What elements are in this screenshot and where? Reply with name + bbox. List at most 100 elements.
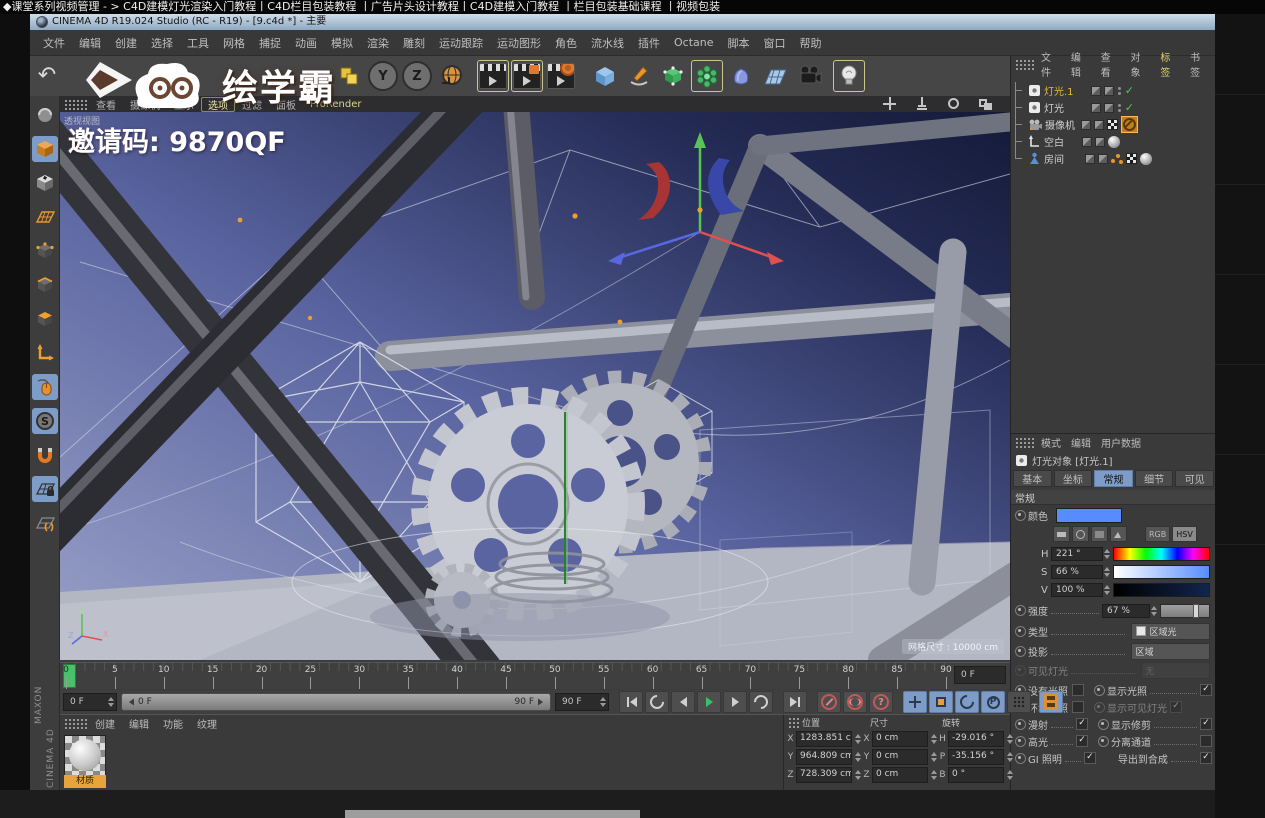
object-name[interactable]: 灯光 [1044, 100, 1064, 115]
timeline-ticks[interactable]: 0 5 10 15 20 25 30 35 40 45 50 55 60 65 70 75 80 85 90 [60, 663, 952, 689]
position-x-field[interactable]: 1283.851 cm [796, 731, 852, 747]
no-light-checkbox[interactable] [1072, 684, 1084, 696]
separate-pass-radio[interactable] [1098, 735, 1109, 747]
menu-window[interactable]: 窗口 [757, 35, 793, 51]
light-type-dropdown[interactable]: 区域光 [1130, 622, 1210, 640]
floor-object-button[interactable] [759, 60, 791, 92]
scene-render[interactable] [60, 112, 1010, 660]
panel-grid-icon[interactable] [64, 98, 89, 110]
camera-object-button[interactable] [793, 60, 825, 92]
tab-basic[interactable]: 基本 [1013, 470, 1052, 487]
autokey-button[interactable] [843, 691, 867, 713]
menu-mograph[interactable]: 运动图形 [490, 35, 548, 51]
play-loop-button[interactable] [749, 691, 773, 713]
layer-toggle-bottom[interactable] [1094, 119, 1104, 130]
sat-stepper[interactable] [1103, 566, 1110, 578]
stepper[interactable] [1006, 769, 1013, 781]
val-value[interactable]: 100 % [1051, 583, 1103, 597]
layer-toggle-top[interactable] [1082, 136, 1092, 147]
intensity-value[interactable]: 67 % [1102, 603, 1150, 618]
compact-mode-button[interactable] [1053, 526, 1070, 542]
vp-menu-options[interactable]: 选项 [201, 97, 235, 112]
stepper[interactable] [930, 751, 937, 763]
panel-grid-icon[interactable] [788, 717, 799, 728]
menu-sculpt[interactable]: 雕刻 [396, 35, 432, 51]
om-menu-file[interactable]: 文件 [1036, 49, 1066, 79]
mat-menu-create[interactable]: 创建 [89, 716, 121, 731]
key-pla-button[interactable] [1007, 691, 1031, 713]
gi-radio[interactable] [1015, 752, 1026, 764]
key-position-button[interactable] [903, 691, 927, 713]
record-keyframe-button[interactable] [817, 691, 841, 713]
ambient-checkbox[interactable] [1072, 701, 1084, 713]
enabled-check-icon[interactable]: ✓ [1125, 101, 1134, 114]
intensity-slider[interactable] [1160, 603, 1210, 618]
tab-general[interactable]: 常规 [1094, 470, 1133, 487]
object-name[interactable]: 空白 [1044, 134, 1064, 149]
enabled-check-icon[interactable]: ✓ [1125, 84, 1134, 97]
primitive-cube-button[interactable] [589, 60, 621, 92]
vp-menu-prorender[interactable]: ProRender [303, 99, 368, 110]
undo-button[interactable]: ↶ [31, 60, 63, 92]
key-parameter-button[interactable]: P [981, 691, 1005, 713]
stepper[interactable] [1006, 751, 1013, 763]
object-row-camera[interactable]: 摄像机 [1013, 116, 1213, 133]
size-z-field[interactable]: 0 cm [872, 767, 928, 783]
object-row-room[interactable]: 房间 [1013, 150, 1213, 167]
layer-toggle-top[interactable] [1085, 153, 1095, 164]
workplane-mode-button[interactable] [31, 476, 58, 502]
stepper[interactable] [854, 733, 861, 745]
om-menu-view[interactable]: 查看 [1096, 49, 1126, 79]
show-illum-radio[interactable] [1094, 684, 1105, 696]
render-view-button[interactable] [477, 60, 509, 92]
intensity-key-radio[interactable] [1015, 605, 1026, 616]
panel-grid-icon[interactable] [1015, 436, 1036, 448]
coordinate-system-button[interactable] [435, 60, 467, 92]
toggle-views-icon[interactable] [979, 97, 1006, 110]
intensity-stepper[interactable] [1150, 605, 1157, 617]
object-name[interactable]: 房间 [1044, 151, 1064, 166]
model-mode-button[interactable] [31, 136, 58, 162]
menu-script[interactable]: 脚本 [721, 35, 757, 51]
display-tag-icon[interactable] [1111, 153, 1123, 165]
vp-menu-panel[interactable]: 面板 [269, 97, 303, 112]
key-rotation-button[interactable] [955, 691, 979, 713]
diffuse-radio[interactable] [1015, 718, 1026, 730]
field-object-button[interactable] [725, 60, 757, 92]
am-menu-edit[interactable]: 编辑 [1066, 435, 1096, 450]
layer-toggle-top[interactable] [1090, 85, 1101, 96]
edges-mode-button[interactable] [32, 272, 58, 298]
object-row-light1[interactable]: 灯光.1 ✓ [1013, 82, 1213, 99]
rotation-b-field[interactable]: 0 ° [948, 767, 1004, 783]
subdivision-surface-button[interactable] [657, 60, 689, 92]
layer-toggle-bottom[interactable] [1098, 153, 1108, 164]
menu-help[interactable]: 帮助 [793, 35, 829, 51]
play-reverse-loop-button[interactable] [645, 691, 669, 713]
mat-menu-function[interactable]: 功能 [157, 716, 189, 731]
section-general[interactable]: 常规 [1011, 490, 1216, 505]
om-menu-edit[interactable]: 编辑 [1066, 49, 1096, 79]
position-y-field[interactable]: 964.809 cm [796, 749, 852, 765]
om-menu-tags[interactable]: 标签 [1155, 49, 1185, 79]
menu-octane[interactable]: Octane [667, 36, 721, 49]
window-titlebar[interactable]: CINEMA 4D R19.024 Studio (RC - R19) - [9… [30, 14, 1215, 30]
object-row-light[interactable]: 灯光 ✓ [1013, 99, 1213, 116]
show-illum-checkbox[interactable] [1200, 684, 1212, 696]
visibility-dots[interactable] [1117, 86, 1121, 95]
menu-animate[interactable]: 动画 [288, 35, 324, 51]
hsv-mode-button[interactable]: HSV [1172, 526, 1197, 542]
rotation-p-field[interactable]: -35.156 ° [948, 749, 1004, 765]
vp-menu-filter[interactable]: 过滤 [235, 97, 269, 112]
tab-details[interactable]: 细节 [1134, 470, 1174, 487]
separate-pass-checkbox[interactable] [1200, 735, 1212, 747]
end-frame-box[interactable]: 90 F [555, 693, 609, 711]
zoom-view-icon[interactable] [915, 97, 942, 110]
sat-value[interactable]: 66 % [1051, 565, 1103, 579]
polygons-mode-button[interactable] [32, 306, 58, 332]
uv-mode-button[interactable] [32, 204, 58, 230]
om-menu-objects[interactable]: 对象 [1125, 49, 1155, 79]
keyframe-selection-button[interactable]: ? [869, 691, 893, 713]
key-scale-button[interactable] [929, 691, 953, 713]
render-settings-button[interactable] [545, 60, 577, 92]
size-x-field[interactable]: 0 cm [872, 731, 928, 747]
